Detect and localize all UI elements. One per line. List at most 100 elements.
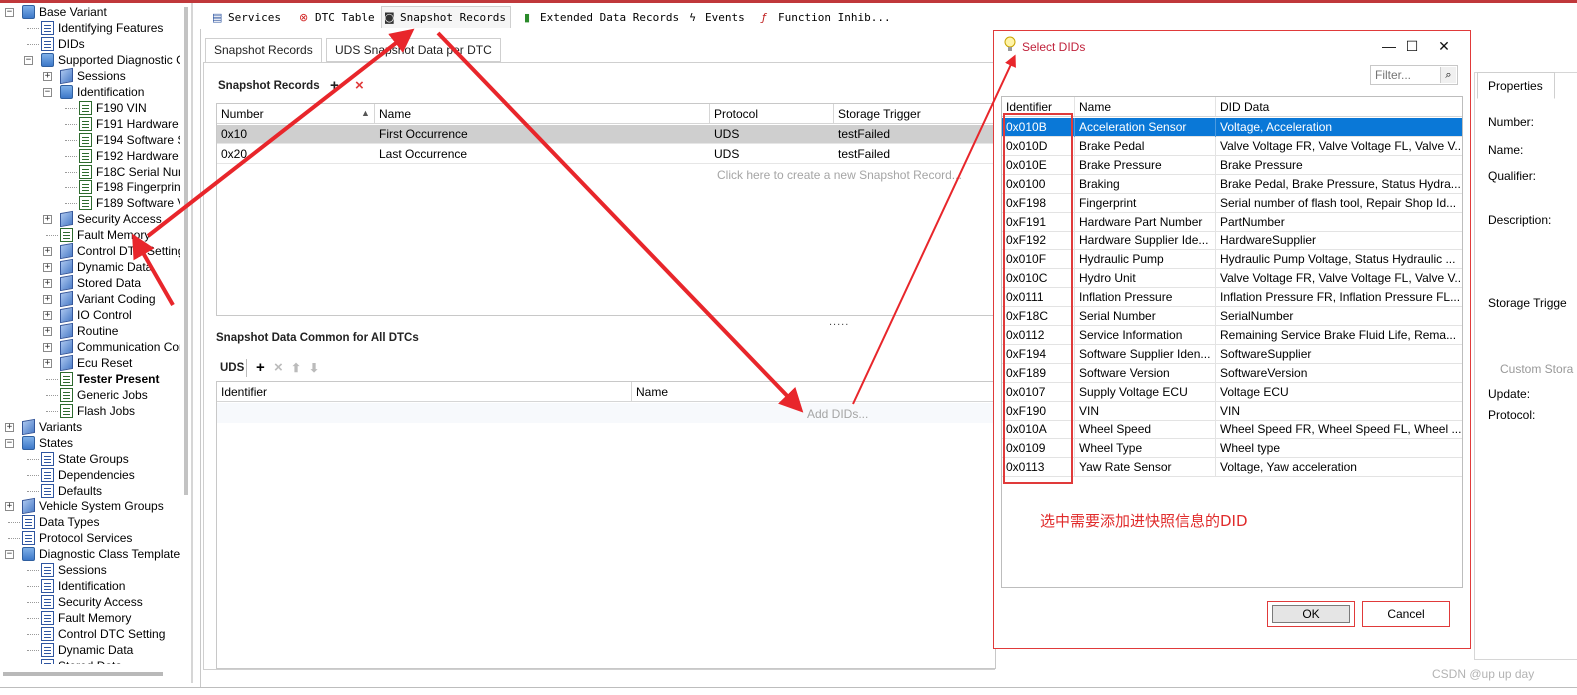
tree-item[interactable]: F192 Hardware S xyxy=(0,148,180,164)
tree-item[interactable]: State Groups xyxy=(0,451,180,467)
tree-item[interactable]: DIDs xyxy=(0,36,180,52)
delete-record-button[interactable]: × xyxy=(355,78,364,94)
column-header-name[interactable]: Name xyxy=(1075,98,1215,116)
collapse-icon[interactable]: − xyxy=(5,550,14,560)
expand-icon[interactable]: + xyxy=(43,215,52,225)
filter-input[interactable] xyxy=(1371,66,1435,84)
expand-icon[interactable]: + xyxy=(43,263,52,273)
tree-item[interactable]: Fault Memory xyxy=(0,227,180,243)
subtab-uds-snapshot-data[interactable]: UDS Snapshot Data per DTC xyxy=(326,38,501,62)
move-up-button[interactable]: ⬆ xyxy=(291,360,301,376)
tree-item[interactable]: − States xyxy=(0,435,180,451)
project-tree[interactable]: − Base Variant Identifying Features DIDs − Su… xyxy=(0,3,180,664)
tree-item[interactable]: Data Types xyxy=(0,514,180,530)
tree-item[interactable]: − Diagnostic Class Templates xyxy=(0,546,180,562)
table-row[interactable]: 0x20 Last Occurrence UDS testFailed xyxy=(217,145,995,164)
tree-item[interactable]: + Control DTC Setting xyxy=(0,243,180,260)
tree-item[interactable]: Flash Jobs xyxy=(0,403,180,419)
tab-snapshot-records[interactable]: ◙ Snapshot Records xyxy=(381,6,511,28)
expand-icon[interactable]: + xyxy=(43,342,52,352)
tree-item[interactable]: Sessions xyxy=(0,562,180,578)
tab-events[interactable]: ϟ Events xyxy=(687,7,745,29)
tree-item[interactable]: + Vehicle System Groups xyxy=(0,498,180,515)
tree-scroll-thumb[interactable] xyxy=(184,7,188,495)
tab-function-inhibition[interactable]: ƒ Function Inhib... xyxy=(760,7,891,29)
ok-button[interactable]: OK xyxy=(1267,601,1355,627)
tree-vertical-scrollbar[interactable] xyxy=(182,3,190,495)
tree-item[interactable]: F18C Serial Numb xyxy=(0,164,180,180)
tree-item[interactable]: F190 VIN xyxy=(0,100,180,116)
tree-item[interactable]: − Base Variant xyxy=(0,4,180,20)
add-record-button[interactable]: + xyxy=(330,78,339,94)
column-header-number[interactable]: Number xyxy=(217,105,372,124)
tree-item[interactable]: F189 Software Ve xyxy=(0,195,180,211)
table-row[interactable]: 0x10 First Occurrence UDS testFailed xyxy=(217,125,995,144)
tree-item[interactable]: Fault Memory xyxy=(0,610,180,626)
column-header-name[interactable]: Name xyxy=(632,383,992,402)
expand-icon[interactable]: + xyxy=(43,71,52,81)
tree-item[interactable]: Dependencies xyxy=(0,467,180,483)
column-header-storage-trigger[interactable]: Storage Trigger xyxy=(834,105,994,124)
tab-extended-data-records[interactable]: ▮ Extended Data Records xyxy=(522,7,679,29)
tree-item[interactable]: Control DTC Setting xyxy=(0,626,180,642)
tab-services[interactable]: ▤ Services xyxy=(210,7,281,29)
tree-item[interactable]: Identification xyxy=(0,578,180,594)
common-dids-table[interactable]: Identifier Name Add DIDs... xyxy=(216,381,996,669)
expand-icon[interactable]: + xyxy=(43,311,52,321)
column-header-protocol[interactable]: Protocol xyxy=(710,105,832,124)
tree-item[interactable]: + Dynamic Data xyxy=(0,259,180,276)
expand-icon[interactable]: + xyxy=(43,247,52,257)
expand-icon[interactable]: + xyxy=(5,502,14,512)
tree-item[interactable]: − Identification xyxy=(0,84,180,100)
collapse-icon[interactable]: − xyxy=(24,55,33,65)
subtab-snapshot-records[interactable]: Snapshot Records xyxy=(205,38,322,63)
add-did-button[interactable]: + xyxy=(256,360,265,376)
create-snapshot-record-hint[interactable]: Click here to create a new Snapshot Reco… xyxy=(717,168,962,182)
remove-did-button[interactable]: × xyxy=(274,360,283,376)
collapse-icon[interactable]: − xyxy=(5,8,14,17)
tree-horizontal-scrollbar[interactable] xyxy=(3,672,163,676)
tree-item[interactable]: + Variants xyxy=(0,418,180,435)
tree-item[interactable]: F194 Software Su xyxy=(0,132,180,148)
tree-item[interactable]: F198 Fingerprint xyxy=(0,179,180,195)
collapse-icon[interactable]: − xyxy=(43,87,52,97)
tree-item[interactable]: + Ecu Reset xyxy=(0,354,180,372)
tree-item[interactable]: Stored Data xyxy=(0,658,180,664)
expand-icon[interactable]: + xyxy=(5,422,14,432)
tree-item[interactable]: Generic Jobs xyxy=(0,387,180,403)
tree-item[interactable]: Protocol Services xyxy=(0,530,180,546)
tab-properties[interactable]: Properties xyxy=(1477,72,1555,99)
splitter-handle[interactable]: ..... xyxy=(829,316,849,328)
tree-item[interactable]: + IO Control xyxy=(0,306,180,324)
tree-item[interactable]: + Sessions xyxy=(0,67,180,84)
tree-item[interactable]: + Communication Contro xyxy=(0,338,180,356)
tree-item[interactable]: + Security Access xyxy=(0,211,180,228)
search-icon[interactable]: ⌕ xyxy=(1440,67,1456,83)
snapshot-records-table[interactable]: Number ▲ Name Protocol Storage Trigger 0… xyxy=(216,103,996,316)
expand-icon[interactable]: + xyxy=(43,327,52,336)
column-header-did-data[interactable]: DID Data xyxy=(1216,98,1462,116)
maximize-button[interactable]: ☐ xyxy=(1402,37,1422,55)
tree-item[interactable]: Identifying Features xyxy=(0,20,180,36)
cancel-button[interactable]: Cancel xyxy=(1362,601,1450,627)
tree-item[interactable]: F191 Hardware P xyxy=(0,116,180,132)
close-button[interactable]: ✕ xyxy=(1434,37,1454,55)
tree-item[interactable]: + Variant Coding xyxy=(0,290,180,308)
tree-item[interactable]: + Routine xyxy=(0,322,180,340)
tree-item[interactable]: − Supported Diagnostic Clas xyxy=(0,52,180,68)
add-dids-hint[interactable]: Add DIDs... xyxy=(807,407,868,421)
expand-icon[interactable]: + xyxy=(43,358,52,368)
tab-dtc-table[interactable]: ⊗ DTC Table xyxy=(297,7,375,29)
move-down-button[interactable]: ⬇ xyxy=(309,360,319,376)
column-header-identifier[interactable]: Identifier xyxy=(217,383,627,402)
expand-icon[interactable]: + xyxy=(43,279,52,289)
tree-item[interactable]: Defaults xyxy=(0,483,180,499)
tree-item[interactable]: + Stored Data xyxy=(0,274,180,292)
tree-splitter[interactable] xyxy=(191,3,193,683)
minimize-button[interactable]: — xyxy=(1379,37,1399,55)
expand-icon[interactable]: + xyxy=(43,295,52,305)
tree-item[interactable]: Tester Present xyxy=(0,371,180,387)
tree-item[interactable]: Security Access xyxy=(0,594,180,610)
collapse-icon[interactable]: − xyxy=(5,438,14,448)
tree-item[interactable]: Dynamic Data xyxy=(0,642,180,658)
